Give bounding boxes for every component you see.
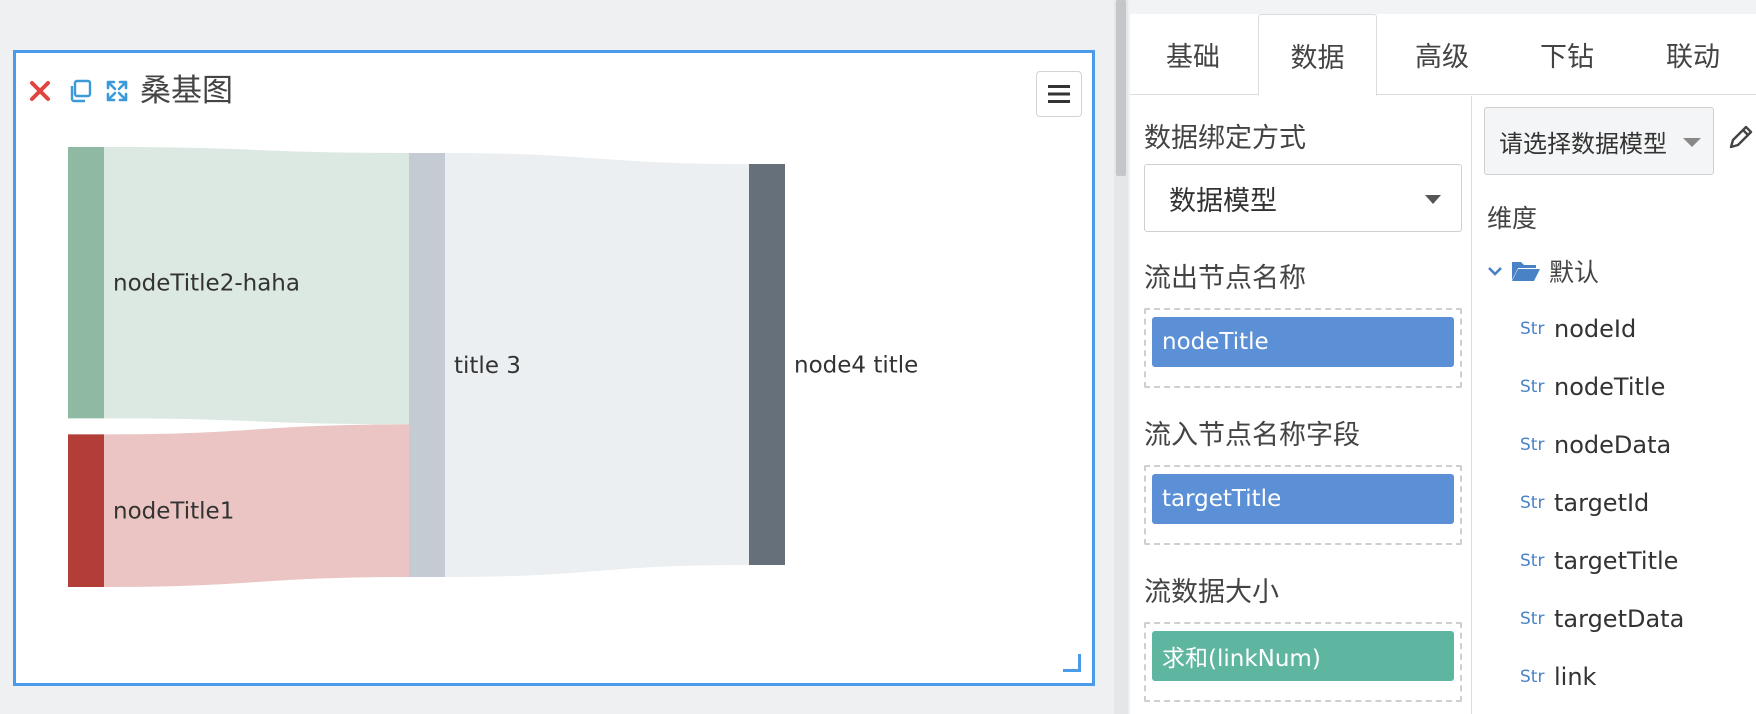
dimension-label: 维度	[1487, 204, 1538, 233]
tab-advanced[interactable]: 高级	[1382, 14, 1502, 95]
folder-label: 默认	[1549, 258, 1600, 287]
field-type: Str	[1520, 435, 1545, 455]
binding-mode-select[interactable]: 数据模型	[1144, 164, 1462, 232]
panel-splitter[interactable]	[1114, 0, 1128, 714]
sankey-node[interactable]	[409, 153, 445, 577]
sankey-node-label: nodeTitle1	[113, 499, 234, 525]
field-name: nodeData	[1554, 431, 1672, 459]
chevron-down-icon	[1488, 267, 1502, 276]
field-name: targetTitle	[1554, 547, 1679, 575]
resize-handle[interactable]	[1063, 654, 1081, 672]
field-item[interactable]: Str targetTitle	[1520, 544, 1678, 578]
field-type: Str	[1520, 667, 1545, 687]
sankey-chart: nodeTitle2-haha nodeTitle1 title 3 node4 ti…	[68, 147, 918, 587]
menu-icon	[1048, 85, 1070, 103]
field-type: Str	[1520, 609, 1545, 629]
tab-basic[interactable]: 基础	[1130, 14, 1256, 95]
tab-data[interactable]: 数据	[1258, 14, 1377, 96]
expand-icon[interactable]	[103, 77, 131, 105]
source-node-label: 流出节点名称	[1144, 263, 1306, 294]
menu-button[interactable]	[1036, 71, 1082, 117]
sankey-node[interactable]	[68, 434, 104, 587]
field-item[interactable]: Str targetId	[1520, 486, 1649, 520]
sankey-node-label: title 3	[454, 353, 521, 379]
tab-drill-down[interactable]: 下钻	[1508, 14, 1626, 95]
copy-icon[interactable]	[66, 77, 94, 105]
tab-bar: 基础 数据 高级 下钻 联动	[1130, 14, 1756, 96]
field-type: Str	[1520, 493, 1545, 513]
scrollbar-thumb[interactable]	[1116, 0, 1126, 176]
field-item[interactable]: Str targetData	[1520, 602, 1684, 636]
sankey-node-label: nodeTitle2-haha	[113, 271, 300, 297]
tab-linkage[interactable]: 联动	[1630, 14, 1756, 95]
field-item[interactable]: Str nodeData	[1520, 428, 1671, 462]
model-column: 请选择数据模型 维度 默认 Str nodeId Str nodeTitle Str…	[1473, 96, 1756, 714]
field-type: Str	[1520, 377, 1545, 397]
pencil-icon[interactable]	[1726, 122, 1756, 152]
target-node-dropzone[interactable]: targetTitle	[1144, 465, 1462, 545]
field-name: nodeId	[1554, 315, 1637, 343]
flow-size-label: 流数据大小	[1144, 577, 1279, 608]
field-type: Str	[1520, 551, 1545, 571]
flow-size-dropzone[interactable]: 求和(linkNum)	[1144, 622, 1462, 702]
sankey-node[interactable]	[749, 164, 785, 565]
caret-down-icon	[1425, 195, 1441, 204]
folder-default[interactable]: 默认	[1487, 254, 1599, 288]
flow-size-chip[interactable]: 求和(linkNum)	[1152, 631, 1454, 681]
caret-down-icon	[1683, 138, 1701, 147]
data-model-select[interactable]: 请选择数据模型	[1484, 107, 1714, 175]
field-item[interactable]: Str nodeId	[1520, 312, 1636, 346]
field-name: targetData	[1554, 605, 1685, 633]
field-name: link	[1554, 663, 1597, 691]
sankey-widget[interactable]: nodeTitle2-haha nodeTitle1 title 3 node4 ti…	[13, 50, 1095, 686]
data-model-placeholder: 请选择数据模型	[1499, 129, 1667, 158]
binding-mode-value: 数据模型	[1169, 185, 1277, 217]
folder-open-icon	[1512, 262, 1540, 281]
panel-top-strip	[1130, 0, 1756, 14]
field-item[interactable]: Str nodeTitle	[1520, 370, 1665, 404]
close-icon[interactable]	[26, 77, 54, 105]
source-node-chip[interactable]: nodeTitle	[1152, 317, 1454, 367]
source-node-dropzone[interactable]: nodeTitle	[1144, 308, 1462, 388]
field-type: Str	[1520, 319, 1545, 339]
field-name: targetId	[1554, 489, 1650, 517]
field-name: nodeTitle	[1554, 373, 1666, 401]
binding-column: 数据绑定方式 数据模型 流出节点名称 nodeTitle 流入节点名称字段 ta…	[1130, 96, 1472, 714]
target-node-chip[interactable]: targetTitle	[1152, 474, 1454, 524]
sankey-node-label: node4 title	[794, 353, 918, 379]
binding-mode-label: 数据绑定方式	[1144, 123, 1306, 154]
sankey-node[interactable]	[68, 147, 104, 419]
widget-title: 桑基图	[140, 73, 233, 109]
config-panel: 基础 数据 高级 下钻 联动 数据绑定方式 数据模型 流出节点名称 nodeTi…	[1130, 0, 1756, 714]
target-node-label: 流入节点名称字段	[1144, 420, 1360, 451]
field-item[interactable]: Str link	[1520, 660, 1596, 694]
